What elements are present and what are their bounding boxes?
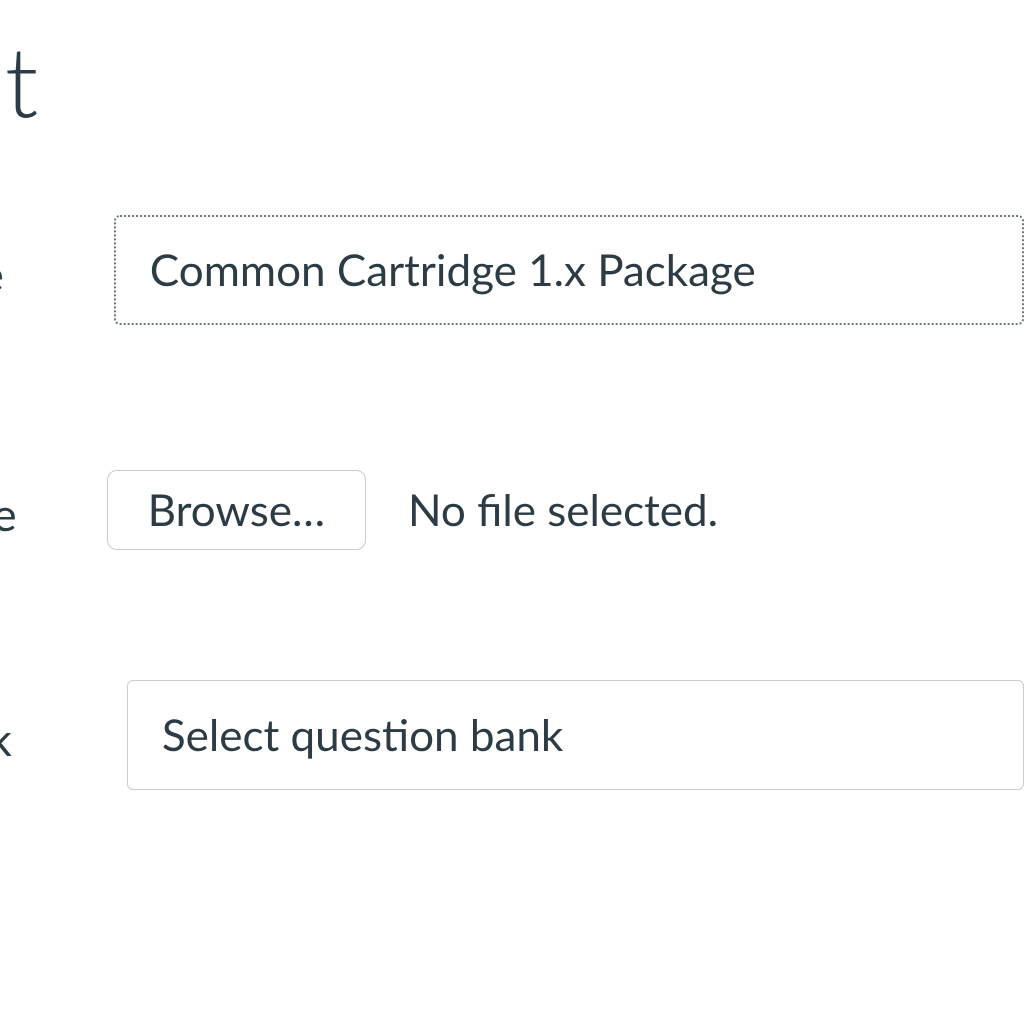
content-type-row: ype Common Cartridge 1.x Package [0,215,1024,325]
question-bank-row: ank Select question bank [0,680,1024,790]
file-input-group: Browse… No file selected. [107,470,718,550]
source-row: rce Browse… No file selected. [0,470,718,550]
question-bank-placeholder: Select question bank [162,709,563,761]
import-content-form: tent ype Common Cartridge 1.x Package rc… [0,0,1024,1024]
page-title: tent [0,20,37,138]
question-bank-select[interactable]: Select question bank [127,680,1024,790]
question-bank-label: ank [0,705,12,766]
browse-button[interactable]: Browse… [107,470,366,550]
content-type-value: Common Cartridge 1.x Package [150,244,756,296]
content-type-select[interactable]: Common Cartridge 1.x Package [114,215,1024,325]
file-status-text: No file selected. [408,484,718,536]
source-label: rce [0,480,17,541]
content-type-label: ype [0,240,4,301]
